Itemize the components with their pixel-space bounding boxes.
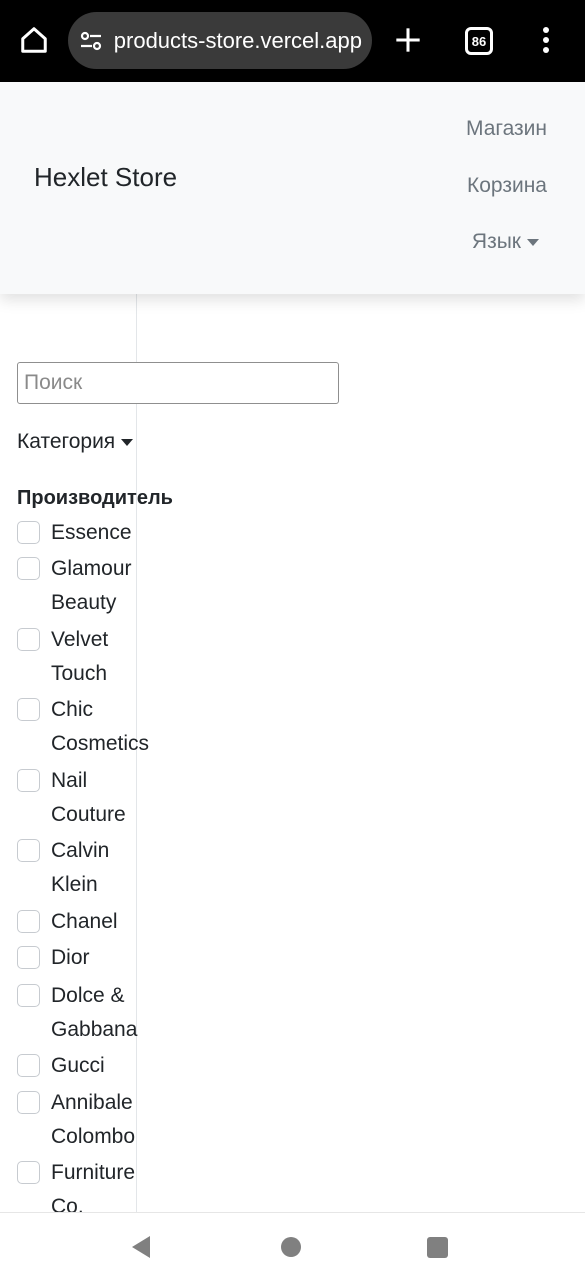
manufacturer-checkbox[interactable]	[17, 698, 40, 721]
site-navbar: Hexlet Store Магазин Корзина Язык	[0, 82, 585, 294]
tune-icon[interactable]	[78, 28, 104, 54]
manufacturer-label-cont: Couture	[51, 803, 126, 826]
manufacturer-heading: Производитель	[17, 487, 173, 509]
manufacturer-label: Velvet	[51, 628, 109, 651]
tab-switcher-icon[interactable]: 86	[465, 27, 493, 55]
search-input[interactable]	[17, 362, 339, 404]
manufacturer-label-cont: Gabbana	[51, 1018, 138, 1041]
manufacturer-label: Furniture	[51, 1161, 136, 1184]
manufacturer-checkbox[interactable]	[17, 628, 40, 651]
nav-dropdown-language[interactable]: Язык	[472, 230, 539, 254]
manufacturer-checkbox[interactable]	[17, 557, 40, 580]
manufacturer-label-cont: Colombo	[51, 1125, 136, 1148]
category-dropdown[interactable]: Категория	[17, 430, 134, 454]
language-label: Язык	[471, 230, 521, 253]
manufacturer-checkbox[interactable]	[17, 1161, 40, 1184]
browser-toolbar: products-store.vercel.app 86	[0, 0, 585, 82]
manufacturer-label: Calvin	[51, 839, 110, 862]
more-vert-icon[interactable]	[528, 20, 564, 60]
manufacturer-checkbox[interactable]	[17, 946, 40, 969]
manufacturer-label-cont: Beauty	[51, 591, 117, 614]
manufacturer-checkbox[interactable]	[17, 910, 40, 933]
home-circle-icon[interactable]	[281, 1237, 301, 1257]
manufacturer-label: Dior	[51, 946, 90, 969]
manufacturer-label: Gucci	[51, 1054, 105, 1077]
brand-logo-text[interactable]: Hexlet Store	[34, 162, 177, 193]
system-nav-bar	[0, 1212, 585, 1280]
caret-down-icon	[527, 238, 539, 246]
address-bar[interactable]: products-store.vercel.app	[68, 12, 372, 69]
manufacturer-checkbox[interactable]	[17, 1054, 40, 1077]
plus-icon[interactable]	[388, 20, 428, 60]
manufacturer-checkbox[interactable]	[17, 839, 40, 862]
back-icon[interactable]	[130, 1235, 152, 1264]
manufacturer-label: Dolce &	[51, 984, 125, 1007]
nav-link-cart[interactable]: Корзина	[467, 174, 547, 198]
manufacturer-label: Chic	[51, 698, 94, 721]
recent-apps-icon[interactable]	[427, 1237, 448, 1258]
manufacturer-label-cont: Klein	[51, 873, 98, 896]
url-text: products-store.vercel.app	[113, 28, 362, 53]
manufacturer-label-cont: Cosmetics	[51, 732, 150, 755]
manufacturer-label: Glamour	[51, 557, 132, 580]
manufacturer-label: Essence	[51, 521, 132, 544]
manufacturer-label: Chanel	[51, 910, 118, 933]
manufacturer-checkbox[interactable]	[17, 769, 40, 792]
category-label: Категория	[17, 430, 116, 453]
manufacturer-checkbox[interactable]	[17, 984, 40, 1007]
caret-down-icon	[121, 438, 134, 446]
manufacturer-label: Annibale	[51, 1091, 133, 1114]
manufacturer-label-cont: Touch	[51, 662, 108, 685]
manufacturer-checkbox[interactable]	[17, 1091, 40, 1114]
manufacturer-label: Nail	[51, 769, 88, 792]
manufacturer-checkbox[interactable]	[17, 521, 40, 544]
nav-link-shop[interactable]: Магазин	[466, 117, 547, 141]
home-icon[interactable]	[14, 20, 54, 60]
